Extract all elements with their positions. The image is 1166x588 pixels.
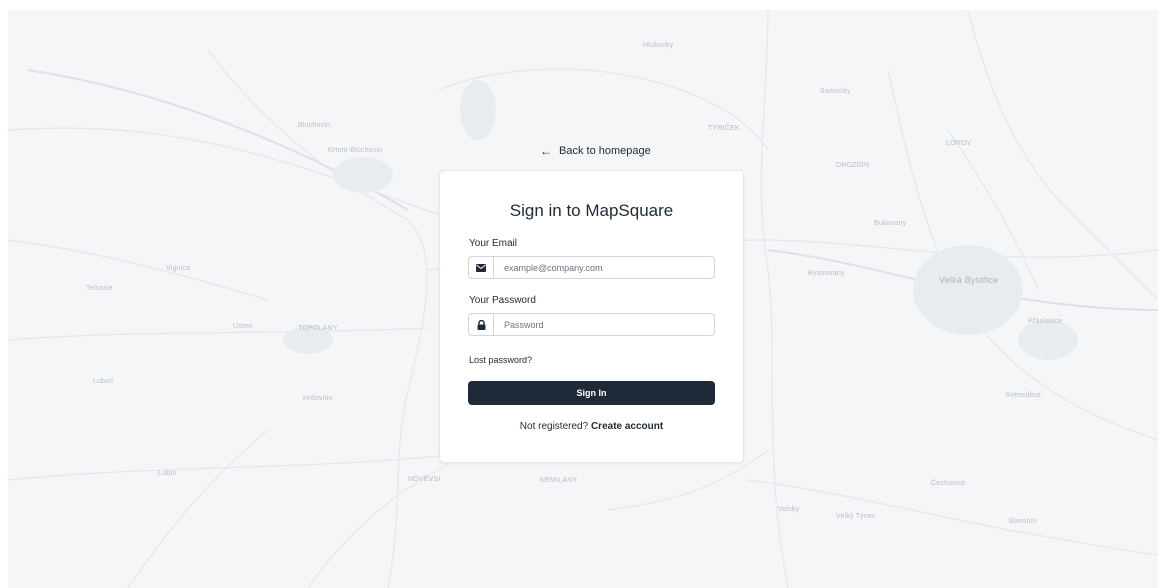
map-label: NEMILANY — [540, 477, 578, 484]
map-label: Slavonín — [1008, 518, 1037, 525]
email-input[interactable] — [494, 262, 714, 273]
map-label: TOPOLANY — [298, 325, 338, 332]
map-label: Svésedlice — [1005, 392, 1041, 399]
map-label: Telsnice — [86, 285, 113, 292]
map-label: Hrdovitin — [303, 395, 333, 402]
email-input-group — [468, 256, 715, 279]
map-label: Usten — [233, 323, 253, 330]
map-label: Krtom-Bluchovin — [328, 147, 383, 154]
email-label: Your Email — [469, 238, 517, 249]
map-label: LOROV — [946, 140, 972, 147]
map-label: Hlubocky — [643, 42, 674, 49]
sign-in-button[interactable]: Sign In — [468, 381, 715, 405]
map-label: Samotíky — [820, 88, 851, 95]
lost-password-link[interactable]: Lost password? — [469, 355, 532, 365]
password-input-group — [468, 313, 715, 336]
map-label: NOVÉVSI — [408, 476, 441, 483]
password-input[interactable] — [494, 319, 714, 330]
create-account-link[interactable]: Create account — [591, 421, 663, 432]
map-label: Bukovany — [874, 220, 907, 227]
map-label: Velká Bystřice — [939, 275, 999, 285]
register-prompt-text: Not registered? — [519, 421, 589, 432]
map-label: Valsky — [778, 506, 800, 513]
map-label: Lubolí — [93, 378, 114, 385]
map-label: Bluchovin — [298, 122, 331, 129]
map-label: TYRIČEK — [708, 125, 740, 132]
back-to-homepage-link[interactable]: ← Back to homepage — [540, 145, 651, 157]
map-label: DROZDIN — [836, 162, 870, 169]
back-link-label: Back to homepage — [559, 145, 651, 157]
lock-icon — [469, 314, 494, 335]
map-label: Lubín — [158, 470, 177, 477]
map-label: Bystrovany — [808, 270, 845, 277]
sign-in-card: Sign in to MapSquare Your Email Your Pas… — [439, 170, 744, 463]
map-label: Vignica — [166, 265, 191, 272]
map-label: Čechovice — [931, 480, 966, 487]
map-label: Velký Týnec — [836, 513, 876, 520]
page-title: Sign in to MapSquare — [509, 201, 674, 220]
password-label: Your Password — [469, 295, 536, 306]
envelope-icon — [469, 257, 494, 278]
arrow-left-icon: ← — [540, 144, 552, 158]
register-prompt: Not registered? Create account — [440, 421, 743, 432]
map-label: Přáslavice — [1028, 318, 1063, 325]
